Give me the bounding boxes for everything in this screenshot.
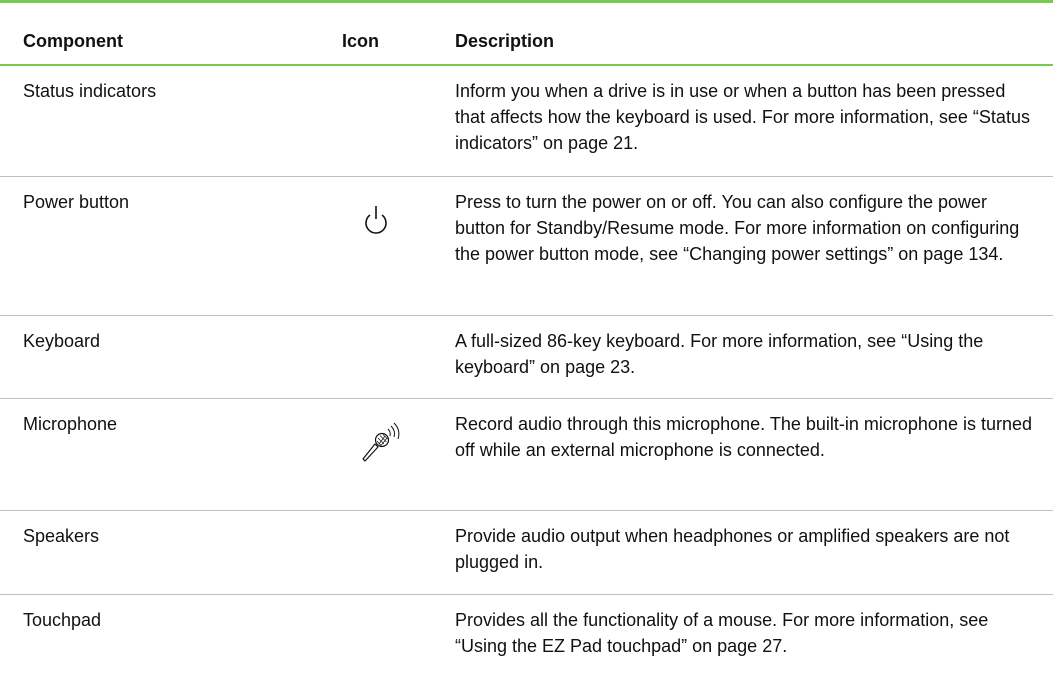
table-header-row: Component Icon Description: [0, 8, 1053, 66]
component-name: Touchpad: [23, 609, 102, 630]
top-accent-rule: [0, 0, 1053, 3]
icon-cell: [340, 315, 455, 399]
component-description: Record audio through this microphone. Th…: [455, 398, 1053, 511]
icon-cell: [340, 510, 455, 595]
table-row: Microphone Record audio through this mic…: [0, 398, 1053, 511]
header-icon: Icon: [340, 8, 455, 66]
table-row: Touchpad Provides all the functionality …: [0, 594, 1053, 695]
component-name: Speakers: [0, 510, 340, 595]
document-page: Component Icon Description Status indica…: [0, 0, 1053, 689]
component-description: Provides all the functionality of a mous…: [455, 609, 989, 656]
component-table: Component Icon Description Status indica…: [0, 8, 1053, 695]
icon-cell: [340, 176, 455, 316]
component-name: Power button: [0, 176, 340, 316]
component-name: Status indicators: [0, 65, 340, 177]
icon-cell: [340, 594, 455, 695]
icon-cell: [340, 398, 455, 511]
component-description: A full-sized 86-key keyboard. For more i…: [455, 315, 1053, 399]
component-description: Inform you when a drive is in use or whe…: [455, 65, 1053, 177]
header-description: Description: [455, 8, 1053, 66]
icon-cell: [340, 65, 455, 177]
microphone-icon: [360, 421, 455, 463]
table-row: Power button Press to turn the power on …: [0, 176, 1053, 316]
power-icon: [362, 203, 455, 235]
header-component: Component: [0, 8, 340, 66]
component-description: Provide audio output when headphones or …: [455, 510, 1053, 595]
table-row: Keyboard A full-sized 86-key keyboard. F…: [0, 315, 1053, 399]
component-name: Microphone: [0, 398, 340, 511]
table-row: Status indicators Inform you when a driv…: [0, 65, 1053, 177]
component-description: Press to turn the power on or off. You c…: [455, 176, 1053, 316]
component-name: Keyboard: [0, 315, 340, 399]
table-row: Speakers Provide audio output when headp…: [0, 510, 1053, 595]
